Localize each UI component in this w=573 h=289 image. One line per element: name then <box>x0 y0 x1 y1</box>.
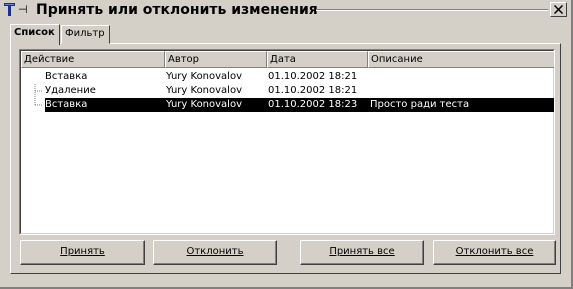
tab-filter[interactable]: Фильтр <box>61 25 110 44</box>
column-header-comment[interactable]: Описание <box>368 51 554 68</box>
reject-all-button-label: Отклонить все <box>455 246 534 257</box>
accept-reject-changes-dialog: ⊣ Принять или отклонить изменения Список… <box>0 0 573 289</box>
column-header-date[interactable]: Дата <box>267 51 368 68</box>
table-header: Действие Автор Дата Описание <box>21 51 554 68</box>
table-row-selected[interactable]: Вставка Yury Konovalov 01.10.2002 18:23 … <box>21 98 554 112</box>
accept-all-button-label: Принять все <box>329 246 395 257</box>
row-action: Удаление <box>45 85 96 96</box>
row-action: Вставка <box>45 71 88 82</box>
reject-button-label: Отклонить <box>186 246 244 257</box>
accept-button[interactable]: Принять <box>20 240 145 265</box>
tree-connector <box>34 84 42 98</box>
app-icon <box>4 3 15 16</box>
accept-button-label: Принять <box>60 246 105 257</box>
close-icon <box>554 5 563 14</box>
title-bar[interactable]: ⊣ Принять или отклонить изменения <box>0 0 571 20</box>
tab-list[interactable]: Список <box>10 24 60 45</box>
row-comment: Просто ради теста <box>370 99 470 110</box>
row-author: Yury Konovalov <box>166 85 243 96</box>
column-header-author[interactable]: Автор <box>165 51 267 68</box>
reject-button[interactable]: Отклонить <box>153 240 277 265</box>
reject-all-button[interactable]: Отклонить все <box>433 240 556 265</box>
changes-list[interactable]: Действие Автор Дата Описание Вставка Yur… <box>19 49 555 235</box>
row-author: Yury Konovalov <box>166 99 243 110</box>
accept-all-button[interactable]: Принять все <box>300 240 424 265</box>
title-divider <box>316 9 548 11</box>
close-button[interactable] <box>550 2 567 17</box>
table-row[interactable]: Удаление Yury Konovalov 01.10.2002 18:21 <box>21 84 554 98</box>
window-title: Принять или отклонить изменения <box>36 2 318 18</box>
row-author: Yury Konovalov <box>166 71 243 82</box>
row-date: 01.10.2002 18:21 <box>268 85 358 96</box>
row-action: Вставка <box>45 99 88 110</box>
column-header-action[interactable]: Действие <box>21 51 165 68</box>
row-date: 01.10.2002 18:23 <box>268 99 358 110</box>
row-date: 01.10.2002 18:21 <box>268 71 358 82</box>
table-row[interactable]: Вставка Yury Konovalov 01.10.2002 18:21 <box>21 70 554 84</box>
pin-icon[interactable]: ⊣ <box>18 3 28 16</box>
tree-connector <box>34 98 42 106</box>
